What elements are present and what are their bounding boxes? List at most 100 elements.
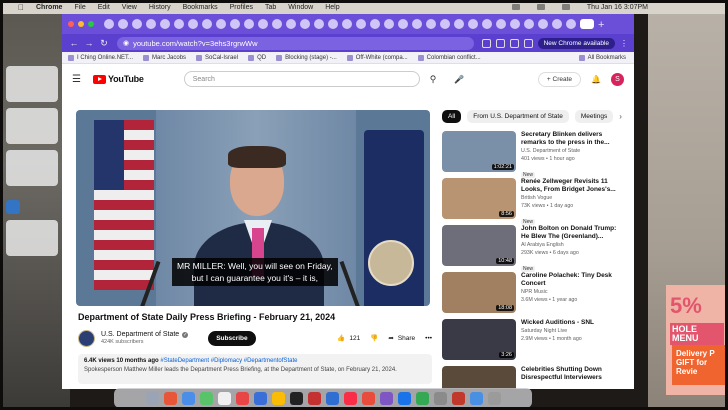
- menubar-clock[interactable]: Thu Jan 16 3:07PM: [587, 4, 648, 11]
- bookmark-item[interactable]: Blocking (stage) -...: [276, 54, 337, 61]
- close-window-icon[interactable]: [68, 21, 74, 27]
- recommended-video[interactable]: 10:48 John Bolton on Donald Trump: He Bl…: [442, 225, 627, 272]
- chip-meetings[interactable]: Meetings: [574, 110, 614, 123]
- app-icon[interactable]: [307, 391, 321, 405]
- tab-favicon[interactable]: [300, 19, 310, 29]
- tab-favicon[interactable]: [104, 19, 114, 29]
- tab-favicon[interactable]: [230, 19, 240, 29]
- video-thumbnail[interactable]: 18:08: [442, 272, 516, 313]
- forward-button[interactable]: →: [83, 38, 95, 48]
- tab-favicon[interactable]: [118, 19, 128, 29]
- recommended-video[interactable]: 18:08 Caroline Polachek: Tiny Desk Conce…: [442, 272, 627, 318]
- tab-favicon[interactable]: [244, 19, 254, 29]
- desktop-file-icon[interactable]: [6, 108, 58, 144]
- tab-favicon[interactable]: [328, 19, 338, 29]
- bookmark-item[interactable]: SoCal-Israel: [196, 54, 238, 61]
- menu-tab[interactable]: Tab: [265, 4, 276, 11]
- app-icon[interactable]: [325, 391, 339, 405]
- extensions-icon[interactable]: [509, 38, 519, 48]
- bookmark-item[interactable]: Off-White (compa...: [346, 54, 408, 61]
- launchpad-icon[interactable]: [163, 391, 177, 405]
- video-thumbnail[interactable]: 3:26: [442, 319, 516, 360]
- tab-favicon[interactable]: [272, 19, 282, 29]
- recommended-channel[interactable]: Saturday Night Live: [521, 328, 625, 335]
- tab-favicon[interactable]: [160, 19, 170, 29]
- tab-favicon[interactable]: [202, 19, 212, 29]
- desktop-file-icon[interactable]: [6, 220, 58, 256]
- channel-avatar[interactable]: [78, 329, 95, 347]
- app-icon[interactable]: [451, 391, 465, 405]
- terminal-icon[interactable]: [289, 391, 303, 405]
- tab-favicon[interactable]: [188, 19, 198, 29]
- chip-all[interactable]: All: [442, 110, 462, 123]
- tab-favicon[interactable]: [566, 19, 576, 29]
- desktop-file-icon[interactable]: [6, 150, 58, 186]
- minimize-window-icon[interactable]: [78, 21, 84, 27]
- menu-edit[interactable]: Edit: [98, 4, 110, 11]
- new-chrome-available-button[interactable]: New Chrome available: [537, 37, 615, 49]
- menu-history[interactable]: History: [149, 4, 171, 11]
- tab-favicon[interactable]: [146, 19, 156, 29]
- recommended-channel[interactable]: U.S. Department of State: [521, 148, 625, 155]
- app-store-icon[interactable]: [397, 391, 411, 405]
- recommended-title[interactable]: Renée Zellweger Revisits 11 Looks, From …: [521, 178, 625, 194]
- tab-favicon[interactable]: [482, 19, 492, 29]
- tab-favicon[interactable]: [286, 19, 296, 29]
- channel-name[interactable]: U.S. Department of State ✓: [101, 331, 189, 338]
- video-thumbnail[interactable]: [442, 366, 516, 389]
- recommended-title[interactable]: Caroline Polachek: Tiny Desk Concert: [521, 272, 625, 288]
- tab-favicon[interactable]: [216, 19, 226, 29]
- messages-icon[interactable]: [199, 391, 213, 405]
- tab-favicon[interactable]: [132, 19, 142, 29]
- menu-view[interactable]: View: [122, 4, 137, 11]
- dislike-button[interactable]: 👎: [370, 334, 378, 342]
- search-icon[interactable]: ⚲: [430, 74, 437, 85]
- notifications-bell-icon[interactable]: 🔔: [591, 75, 601, 84]
- recommended-video[interactable]: 8:56 Renée Zellweger Revisits 11 Looks, …: [442, 178, 627, 225]
- tab-favicon[interactable]: [524, 19, 534, 29]
- create-button[interactable]: + Create: [537, 71, 582, 87]
- calendar-icon[interactable]: [235, 391, 249, 405]
- notes-icon[interactable]: [271, 391, 285, 405]
- recommended-channel[interactable]: NPR Music: [521, 289, 625, 296]
- tab-favicon[interactable]: [468, 19, 478, 29]
- tab-favicon[interactable]: [454, 19, 464, 29]
- tab-favicon[interactable]: [356, 19, 366, 29]
- recommended-video[interactable]: 3:26 Wicked Auditions - SNL Saturday Nig…: [442, 319, 627, 365]
- finder-icon[interactable]: [145, 391, 159, 405]
- recommended-channel[interactable]: British Vogue: [521, 195, 625, 202]
- tab-favicon[interactable]: [440, 19, 450, 29]
- recommended-title[interactable]: John Bolton on Donald Trump: He Blew The…: [521, 225, 625, 241]
- profile-icon[interactable]: [523, 38, 533, 48]
- music-icon[interactable]: [343, 391, 357, 405]
- search-icon[interactable]: [561, 4, 570, 10]
- app-icon[interactable]: [361, 391, 375, 405]
- menu-help[interactable]: Help: [325, 4, 339, 11]
- video-description[interactable]: 6.4K views 10 months ago #StateDepartmen…: [78, 354, 432, 384]
- desktop-folder-icon[interactable]: [6, 200, 20, 214]
- recommended-title[interactable]: Wicked Auditions - SNL: [521, 319, 625, 327]
- cast-icon[interactable]: [481, 38, 491, 48]
- video-thumbnail[interactable]: 10:48: [442, 225, 516, 266]
- site-info-icon[interactable]: ◉: [123, 39, 129, 47]
- bookmark-item[interactable]: I Ching Online.NET...: [68, 54, 133, 61]
- wifi-icon[interactable]: [511, 4, 520, 10]
- zoom-window-icon[interactable]: [88, 21, 94, 27]
- bookmark-item[interactable]: QD: [248, 54, 266, 61]
- desktop-file-icon[interactable]: [6, 66, 58, 102]
- recommended-video[interactable]: Celebrities Shutting Down Disrespectful …: [442, 366, 627, 389]
- bookmark-item[interactable]: Marc Jacobs: [143, 54, 186, 61]
- more-actions-button[interactable]: •••: [425, 335, 432, 342]
- new-tab-button[interactable]: +: [598, 19, 604, 31]
- tab-favicon[interactable]: [370, 19, 380, 29]
- recommended-video[interactable]: 1:02:21 Secretary Blinken delivers remar…: [442, 131, 627, 178]
- settings-icon[interactable]: [433, 391, 447, 405]
- tab-favicon[interactable]: [426, 19, 436, 29]
- menu-profiles[interactable]: Profiles: [230, 4, 253, 11]
- recommended-channel[interactable]: Al Arabiya English: [521, 242, 625, 249]
- microphone-icon[interactable]: 🎤: [454, 75, 464, 84]
- tab-favicon[interactable]: [412, 19, 422, 29]
- share-button[interactable]: ➦ Share: [388, 334, 415, 343]
- tab-favicon[interactable]: [314, 19, 324, 29]
- recommended-title[interactable]: Celebrities Shutting Down Disrespectful …: [521, 366, 625, 382]
